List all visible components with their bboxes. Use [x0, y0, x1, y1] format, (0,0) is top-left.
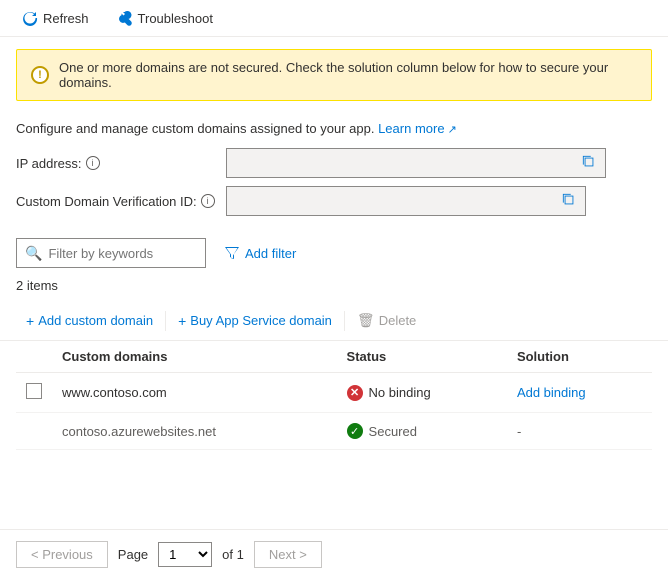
buy-app-service-domain-button[interactable]: + Buy App Service domain	[168, 308, 342, 334]
table-cell-status: ✕ No binding	[337, 373, 507, 413]
delete-button[interactable]: 🗑 Delete	[347, 307, 426, 334]
refresh-icon	[22, 10, 38, 26]
wrench-icon	[117, 10, 133, 26]
custom-domain-copy-button[interactable]	[557, 190, 581, 213]
table-cell-status: ✓ Secured	[337, 413, 507, 450]
status-error-icon: ✕	[347, 385, 363, 401]
page-label: Page	[118, 547, 148, 562]
copy-icon	[582, 155, 596, 169]
ip-address-row: IP address: i	[16, 148, 652, 178]
add-filter-label: Add filter	[245, 246, 296, 261]
info-description: Configure and manage custom domains assi…	[16, 121, 374, 136]
next-button[interactable]: Next >	[254, 541, 322, 568]
troubleshoot-button[interactable]: Troubleshoot	[111, 6, 219, 30]
ip-address-input[interactable]	[235, 156, 577, 171]
add-filter-button[interactable]: Add filter	[216, 241, 304, 265]
filter-input[interactable]	[48, 246, 197, 261]
status-success-icon: ✓	[347, 423, 363, 439]
table-cell-checkbox	[16, 373, 52, 413]
filter-input-wrap: 🔍	[16, 238, 206, 268]
table-cell-domain: contoso.azurewebsites.net	[52, 413, 337, 450]
ip-address-field	[226, 148, 606, 178]
troubleshoot-label: Troubleshoot	[138, 11, 213, 26]
action-divider-1	[165, 311, 166, 331]
table-header-solution: Solution	[507, 341, 652, 373]
search-icon: 🔍	[25, 245, 42, 262]
ip-address-copy-button[interactable]	[577, 152, 601, 175]
pagination: < Previous Page 1 of 1 Next >	[0, 529, 668, 579]
fields-section: IP address: i Custom Domain Verification…	[0, 140, 668, 224]
custom-domain-verification-row: Custom Domain Verification ID: i	[16, 186, 652, 216]
table-cell-domain: www.contoso.com	[52, 373, 337, 413]
custom-domain-verification-label: Custom Domain Verification ID: i	[16, 194, 216, 209]
custom-domain-info-icon[interactable]: i	[201, 194, 215, 208]
domains-table: Custom domains Status Solution www.conto…	[16, 341, 652, 450]
table-row: www.contoso.com ✕ No binding Add binding	[16, 373, 652, 413]
trash-icon: 🗑	[357, 312, 375, 329]
ip-address-info-icon[interactable]: i	[86, 156, 100, 170]
page-select[interactable]: 1	[158, 542, 212, 567]
table-row: contoso.azurewebsites.net ✓ Secured -	[16, 413, 652, 450]
filter-bar: 🔍 Add filter	[0, 224, 668, 274]
learn-more-link[interactable]: Learn more	[378, 121, 457, 136]
refresh-button[interactable]: Refresh	[16, 6, 95, 30]
plus-icon-2: +	[178, 313, 186, 329]
table-cell-solution[interactable]: Add binding	[507, 373, 652, 413]
plus-icon-1: +	[26, 313, 34, 329]
filter-icon	[224, 245, 240, 261]
status-text: No binding	[369, 385, 431, 400]
custom-domain-verification-field	[226, 186, 586, 216]
action-divider-2	[344, 311, 345, 331]
row-checkbox[interactable]	[26, 383, 42, 399]
actions-bar: + Add custom domain + Buy App Service do…	[0, 301, 668, 341]
info-section: Configure and manage custom domains assi…	[0, 113, 668, 140]
ip-address-label: IP address: i	[16, 156, 216, 171]
solution-link[interactable]: Add binding	[517, 385, 586, 400]
alert-text: One or more domains are not secured. Che…	[59, 60, 637, 90]
table-header-status: Status	[337, 341, 507, 373]
table-header-checkbox-cell	[16, 341, 52, 373]
status-text: Secured	[369, 424, 417, 439]
custom-domain-input[interactable]	[235, 194, 557, 209]
table-header-row: Custom domains Status Solution	[16, 341, 652, 373]
table-header-custom-domains: Custom domains	[52, 341, 337, 373]
copy-icon-2	[562, 193, 576, 207]
of-label: of 1	[222, 547, 244, 562]
table-cell-checkbox	[16, 413, 52, 450]
table-section: Custom domains Status Solution www.conto…	[0, 341, 668, 450]
add-custom-domain-button[interactable]: + Add custom domain	[16, 308, 163, 334]
previous-button[interactable]: < Previous	[16, 541, 108, 568]
alert-banner: ! One or more domains are not secured. C…	[16, 49, 652, 101]
table-cell-solution: -	[507, 413, 652, 450]
toolbar: Refresh Troubleshoot	[0, 0, 668, 37]
refresh-label: Refresh	[43, 11, 89, 26]
alert-icon: !	[31, 66, 49, 84]
items-count: 2 items	[0, 274, 668, 301]
